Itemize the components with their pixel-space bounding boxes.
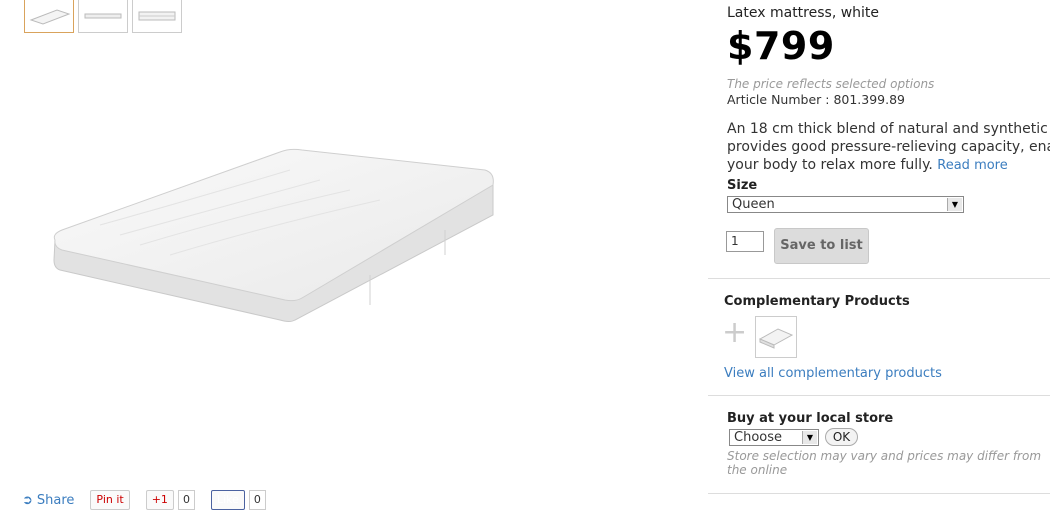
store-ok-button[interactable]: OK <box>825 428 858 446</box>
gplus-group: +1 0 <box>145 490 195 510</box>
read-more-link[interactable]: Read more <box>937 158 1007 173</box>
divider <box>708 395 1050 396</box>
size-select[interactable]: Queen ▼ <box>727 196 964 213</box>
like-count: 0 <box>248 490 266 510</box>
store-note: Store selection may vary and prices may … <box>727 449 1042 477</box>
size-label: Size <box>727 178 758 193</box>
size-select-value: Queen <box>732 197 775 212</box>
thumbnail-2[interactable] <box>78 0 128 33</box>
gplus-count: 0 <box>177 490 195 510</box>
divider <box>708 278 1050 279</box>
mattress-pad-icon <box>758 328 794 349</box>
description-line-3: your body to relax more fully. <box>727 157 933 173</box>
mattress-thumbnail-icon <box>29 8 71 25</box>
save-to-list-button[interactable]: Save to list <box>774 228 869 264</box>
social-bar: ➲ Share Pin it +1 0 Like 0 <box>22 490 266 510</box>
view-all-complementary-link[interactable]: View all complementary products <box>724 366 942 381</box>
price-note: The price reflects selected options <box>727 77 935 91</box>
pinit-button[interactable]: Pin it <box>90 490 130 510</box>
store-title: Buy at your local store <box>727 411 894 426</box>
thumbnail-3[interactable] <box>132 0 182 33</box>
description-line-1: An 18 cm thick blend of natural and synt… <box>727 121 1048 137</box>
product-price: $799 <box>727 24 835 68</box>
plus-icon: + <box>722 315 748 350</box>
description-line-2: provides good pressure-relieving capacit… <box>727 139 1050 155</box>
quantity-input[interactable]: 1 <box>726 231 764 252</box>
article-number: Article Number : 801.399.89 <box>727 92 906 107</box>
complementary-product-thumbnail[interactable] <box>755 316 797 358</box>
share-icon: ➲ <box>22 492 33 508</box>
thumbnail-strip <box>24 0 182 33</box>
share-label: Share <box>36 492 75 508</box>
product-description: An 18 cm thick blend of natural and synt… <box>727 120 1050 175</box>
like-group: Like 0 <box>210 490 266 510</box>
mattress-layers-thumbnail-icon <box>138 11 176 20</box>
facebook-like-button[interactable]: Like <box>210 490 245 510</box>
divider <box>708 493 1050 494</box>
product-title: Latex mattress, white <box>727 5 880 21</box>
thumbnail-1[interactable] <box>24 0 74 33</box>
store-select[interactable]: Choose ▼ <box>729 429 819 446</box>
mattress-side-thumbnail-icon <box>84 13 122 18</box>
product-main-image <box>53 148 494 322</box>
gplus-button[interactable]: +1 <box>145 490 174 510</box>
chevron-down-icon[interactable]: ▼ <box>947 198 962 211</box>
chevron-down-icon[interactable]: ▼ <box>802 431 817 444</box>
store-select-value: Choose <box>734 430 782 445</box>
share-link[interactable]: ➲ Share <box>22 490 74 510</box>
complementary-title: Complementary Products <box>724 294 910 309</box>
